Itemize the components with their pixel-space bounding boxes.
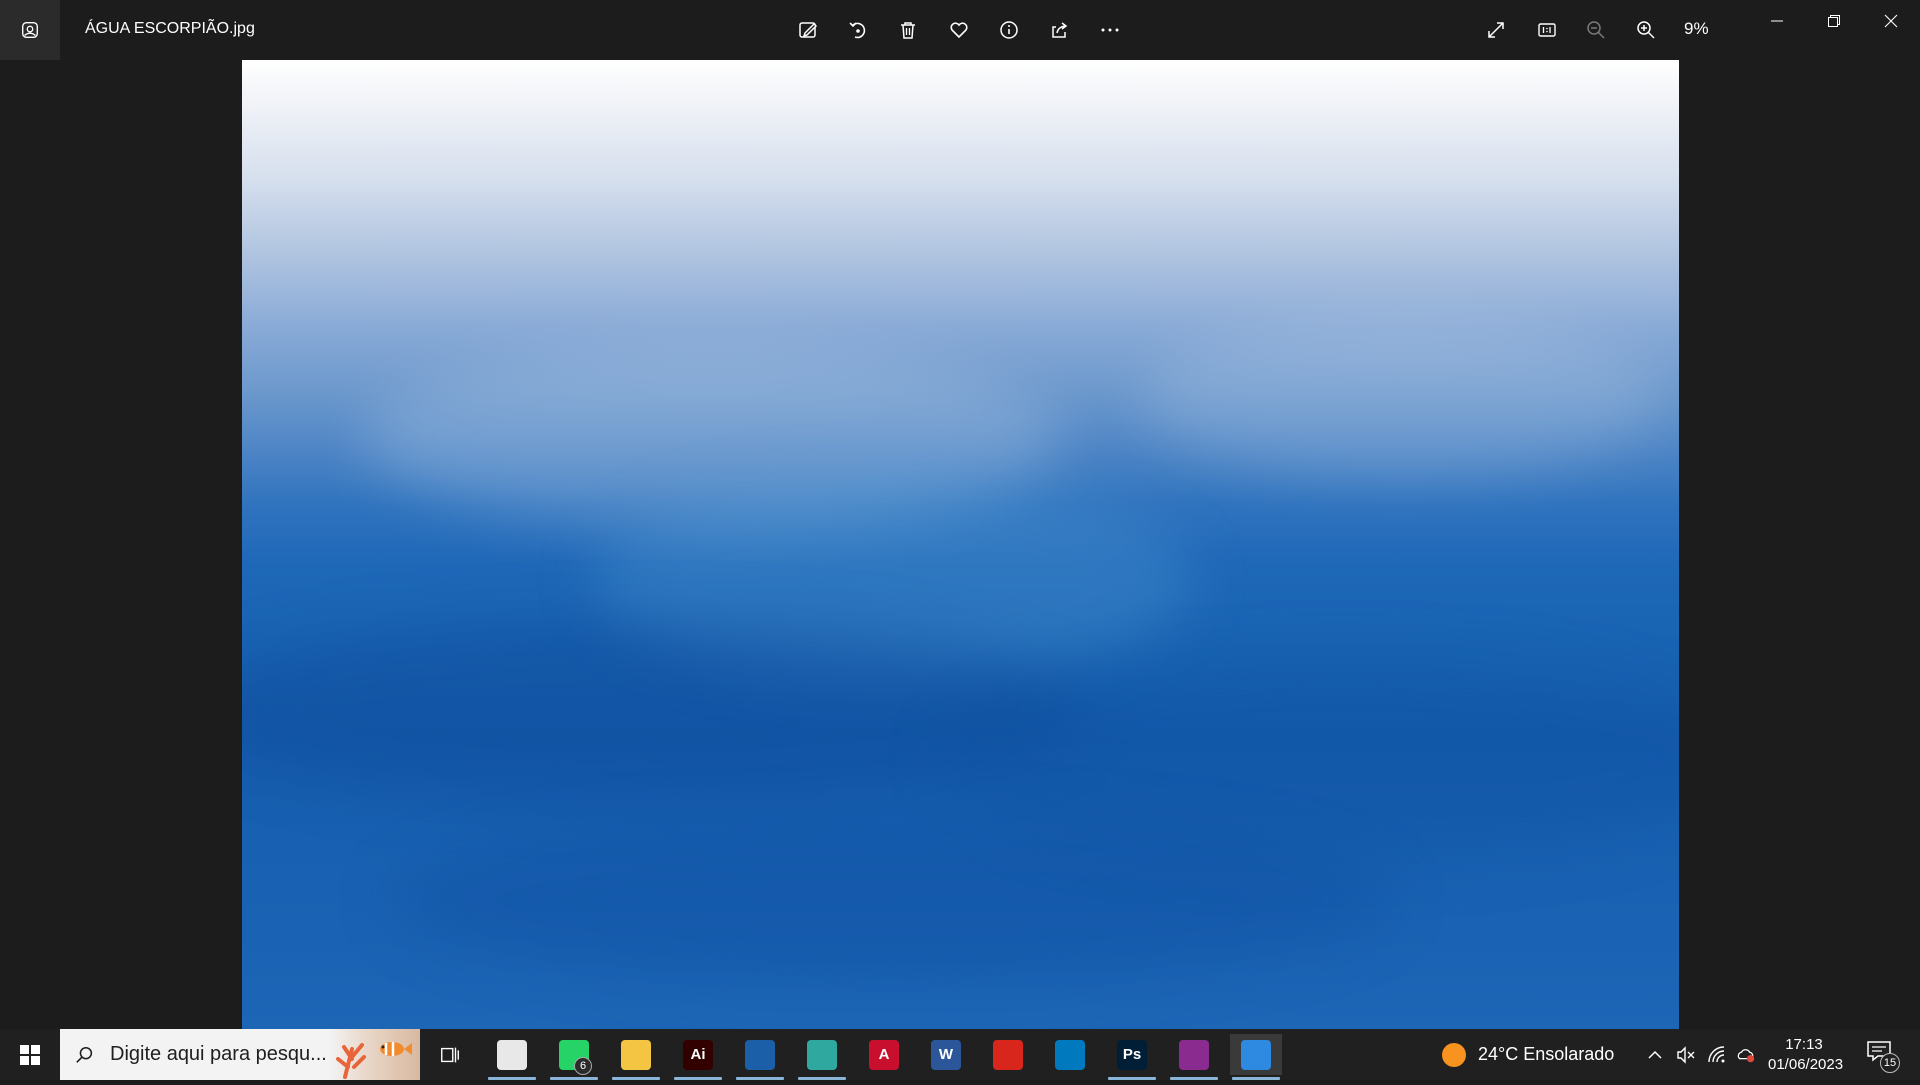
weather-widget[interactable]: 24°C Ensolarado — [1440, 1029, 1614, 1080]
minimize-button[interactable] — [1749, 0, 1805, 42]
taskbar-clock[interactable]: 17:13 01/06/2023 — [1768, 1035, 1844, 1075]
sun-icon — [1442, 1042, 1466, 1067]
fullscreen-icon — [1488, 22, 1504, 38]
taskbar-app-chrome[interactable] — [486, 1034, 538, 1080]
speaker-muted-icon — [1677, 1045, 1695, 1064]
task-view-button[interactable] — [424, 1034, 476, 1075]
zoom-out-icon — [1587, 21, 1605, 39]
chrome-icon — [497, 1039, 527, 1070]
favorite-heart-icon — [950, 22, 968, 39]
chevron-up-icon — [1648, 1050, 1662, 1059]
share-icon — [1052, 22, 1068, 38]
share-button[interactable] — [1041, 12, 1077, 48]
info-button[interactable] — [991, 12, 1027, 48]
taskbar-app-sketchup[interactable] — [734, 1034, 786, 1080]
taskbar-app-photos[interactable] — [1230, 1034, 1282, 1080]
wifi-icon — [1708, 1045, 1725, 1062]
taskbar-app-illustrator[interactable]: Ai — [672, 1034, 724, 1080]
restore-button[interactable] — [1806, 0, 1862, 42]
taskbar-app-word[interactable]: W — [920, 1034, 972, 1075]
delete-button[interactable] — [890, 12, 926, 48]
taskbar-app-winrar[interactable] — [1168, 1034, 1220, 1080]
favorite-button[interactable] — [941, 12, 977, 48]
clock-date: 01/06/2023 — [1768, 1056, 1844, 1073]
notifications-button[interactable]: 15 — [1866, 1039, 1900, 1073]
network-button[interactable] — [1706, 1029, 1728, 1080]
taskbar-app-trello[interactable] — [1044, 1034, 1096, 1075]
fullscreen-button[interactable] — [1478, 12, 1514, 48]
word-icon: W — [931, 1039, 961, 1070]
photoshop-icon: Ps — [1117, 1039, 1147, 1070]
show-hidden-icons-button[interactable] — [1646, 1029, 1664, 1080]
app-badge-count: 6 — [574, 1057, 592, 1075]
windows-logo-icon — [20, 1044, 40, 1065]
zoom-level[interactable]: 9% — [1684, 19, 1709, 39]
winrar-icon — [1179, 1039, 1209, 1070]
photos-app-button[interactable] — [0, 0, 60, 60]
start-button[interactable] — [0, 1029, 60, 1080]
title-bar: ÁGUA ESCORPIÃO.jpg 9% — [0, 0, 1920, 60]
taskbar-app-file-explorer[interactable] — [610, 1034, 662, 1080]
notification-count: 15 — [1880, 1053, 1900, 1073]
zoom-in-button[interactable] — [1628, 12, 1664, 48]
cloud-sync-icon — [1737, 1048, 1755, 1062]
file-explorer-icon — [621, 1039, 651, 1070]
search-icon — [74, 1044, 96, 1066]
edit-image-button[interactable] — [790, 12, 826, 48]
file-title: ÁGUA ESCORPIÃO.jpg — [85, 20, 255, 37]
rotate-icon — [849, 22, 866, 39]
search-placeholder: Digite aqui para pesqu... — [110, 1043, 327, 1065]
zoom-in-icon — [1637, 21, 1655, 39]
taskbar: Digite aqui para pesqu... 6 Ai A W Ps 24°C E… — [0, 1029, 1920, 1080]
edit-image-icon — [799, 22, 818, 38]
trello-icon — [1055, 1039, 1085, 1070]
onedrive-button[interactable] — [1736, 1029, 1756, 1080]
sketchup-icon — [745, 1039, 775, 1070]
actual-size-button[interactable] — [1529, 12, 1565, 48]
volume-button[interactable] — [1675, 1029, 1697, 1080]
image-canvas[interactable] — [242, 60, 1679, 1029]
actual-size-icon — [1538, 23, 1556, 37]
edge-icon — [807, 1039, 837, 1070]
autocad-icon: A — [869, 1039, 899, 1070]
acrobat-icon — [993, 1039, 1023, 1070]
search-highlight-coral-fish-icon — [330, 1029, 420, 1080]
taskbar-app-acrobat[interactable] — [982, 1034, 1034, 1075]
rotate-button[interactable] — [840, 12, 876, 48]
task-view-icon — [441, 1047, 459, 1062]
illustrator-icon: Ai — [683, 1039, 713, 1070]
more-options-icon — [1101, 28, 1119, 32]
taskbar-app-autocad[interactable]: A — [858, 1034, 910, 1075]
info-icon — [1000, 21, 1018, 39]
close-icon — [1884, 14, 1898, 28]
clock-time: 17:13 — [1785, 1036, 1823, 1053]
taskbar-app-edge[interactable] — [796, 1034, 848, 1080]
photos-icon — [1241, 1039, 1271, 1070]
restore-icon — [1828, 15, 1840, 27]
taskbar-app-photoshop[interactable]: Ps — [1106, 1034, 1158, 1080]
close-button[interactable] — [1863, 0, 1919, 42]
zoom-out-button[interactable] — [1578, 12, 1614, 48]
photos-app-icon — [22, 22, 38, 38]
taskbar-app-whatsapp[interactable]: 6 — [548, 1034, 600, 1080]
weather-text: 24°C Ensolarado — [1478, 1044, 1615, 1064]
delete-icon — [901, 22, 915, 39]
minimize-icon — [1771, 20, 1783, 22]
photos-app-window: ÁGUA ESCORPIÃO.jpg 9% — [0, 0, 1920, 1029]
more-options-button[interactable] — [1092, 12, 1128, 48]
taskbar-search[interactable]: Digite aqui para pesqu... — [60, 1029, 420, 1080]
